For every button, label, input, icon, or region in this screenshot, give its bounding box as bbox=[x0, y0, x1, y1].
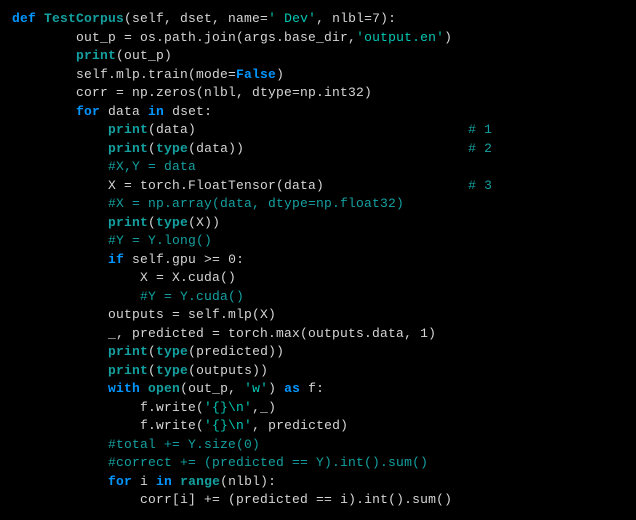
token: type bbox=[156, 141, 188, 156]
token: print bbox=[76, 48, 116, 63]
token: range bbox=[180, 474, 220, 489]
token: (out_p, bbox=[180, 381, 244, 396]
token: ) bbox=[276, 67, 284, 82]
token: #X,Y = data bbox=[108, 159, 196, 174]
token: #Y = Y.long() bbox=[108, 233, 212, 248]
token: out_p = os.path.join(args.base_dir, bbox=[76, 30, 356, 45]
token: with bbox=[108, 381, 140, 396]
token: print bbox=[108, 141, 148, 156]
token: #correct += (predicted == Y).int().sum() bbox=[108, 455, 428, 470]
token: type bbox=[156, 363, 188, 378]
token: f: bbox=[300, 381, 324, 396]
token: 'output.en' bbox=[356, 30, 444, 45]
token: X = torch.FloatTensor(data) bbox=[108, 178, 324, 193]
token: type bbox=[156, 344, 188, 359]
token: _, predicted = torch.max(outputs.data, bbox=[108, 326, 420, 341]
token: (out_p) bbox=[116, 48, 172, 63]
token: outputs = self.mlp(X) bbox=[108, 307, 276, 322]
token: ( bbox=[148, 141, 156, 156]
token: f.write( bbox=[140, 400, 204, 415]
token: 7 bbox=[372, 11, 380, 26]
token: '{}\n' bbox=[204, 400, 252, 415]
token: , nlbl= bbox=[316, 11, 372, 26]
trailing-comment: # 3 bbox=[468, 178, 492, 193]
token: 'w' bbox=[244, 381, 268, 396]
token: as bbox=[284, 381, 300, 396]
token: print bbox=[108, 363, 148, 378]
token: (nlbl): bbox=[220, 474, 276, 489]
token: , predicted) bbox=[252, 418, 348, 433]
token: #total += Y.size(0) bbox=[108, 437, 260, 452]
token: (data) bbox=[148, 122, 196, 137]
trailing-comment: # 1 bbox=[468, 122, 492, 137]
token: (data)) bbox=[188, 141, 244, 156]
token: 1 bbox=[420, 326, 428, 341]
token: #X = np.array(data, dtype=np.float32) bbox=[108, 196, 404, 211]
token bbox=[140, 381, 148, 396]
token: ( bbox=[148, 344, 156, 359]
token: ,_) bbox=[252, 400, 276, 415]
token: (X)) bbox=[188, 215, 220, 230]
token: X = X.cuda() bbox=[140, 270, 236, 285]
token: print bbox=[108, 344, 148, 359]
token: corr[i] += (predicted == i).int().sum() bbox=[140, 492, 452, 507]
token: (self, dset, name= bbox=[124, 11, 268, 26]
token: corr = np.zeros(nlbl, dtype=np.int32) bbox=[76, 85, 372, 100]
token: False bbox=[236, 67, 276, 82]
trailing-comment: # 2 bbox=[468, 141, 492, 156]
token: : bbox=[236, 252, 244, 267]
token: in bbox=[156, 474, 172, 489]
token: i bbox=[132, 474, 156, 489]
token: 0 bbox=[228, 252, 236, 267]
token: dset: bbox=[164, 104, 212, 119]
token: data bbox=[100, 104, 148, 119]
token: ( bbox=[148, 363, 156, 378]
token: self.gpu >= bbox=[124, 252, 228, 267]
token: f.write( bbox=[140, 418, 204, 433]
token: print bbox=[108, 215, 148, 230]
token: ) bbox=[444, 30, 452, 45]
token: if bbox=[108, 252, 124, 267]
token: ' Dev' bbox=[268, 11, 316, 26]
token: for bbox=[108, 474, 132, 489]
token: ) bbox=[428, 326, 436, 341]
code-block: def TestCorpus(self, dset, name=' Dev', … bbox=[0, 0, 636, 520]
token: ): bbox=[380, 11, 396, 26]
token: for bbox=[76, 104, 100, 119]
token: (predicted)) bbox=[188, 344, 284, 359]
token bbox=[172, 474, 180, 489]
token: ) bbox=[268, 381, 284, 396]
token: in bbox=[148, 104, 164, 119]
token: def bbox=[12, 11, 44, 26]
token: (outputs)) bbox=[188, 363, 268, 378]
token: #Y = Y.cuda() bbox=[140, 289, 244, 304]
token: print bbox=[108, 122, 148, 137]
token: ( bbox=[148, 215, 156, 230]
token: '{}\n' bbox=[204, 418, 252, 433]
token: TestCorpus bbox=[44, 11, 124, 26]
token: type bbox=[156, 215, 188, 230]
token: self.mlp.train(mode= bbox=[76, 67, 236, 82]
token: open bbox=[148, 381, 180, 396]
